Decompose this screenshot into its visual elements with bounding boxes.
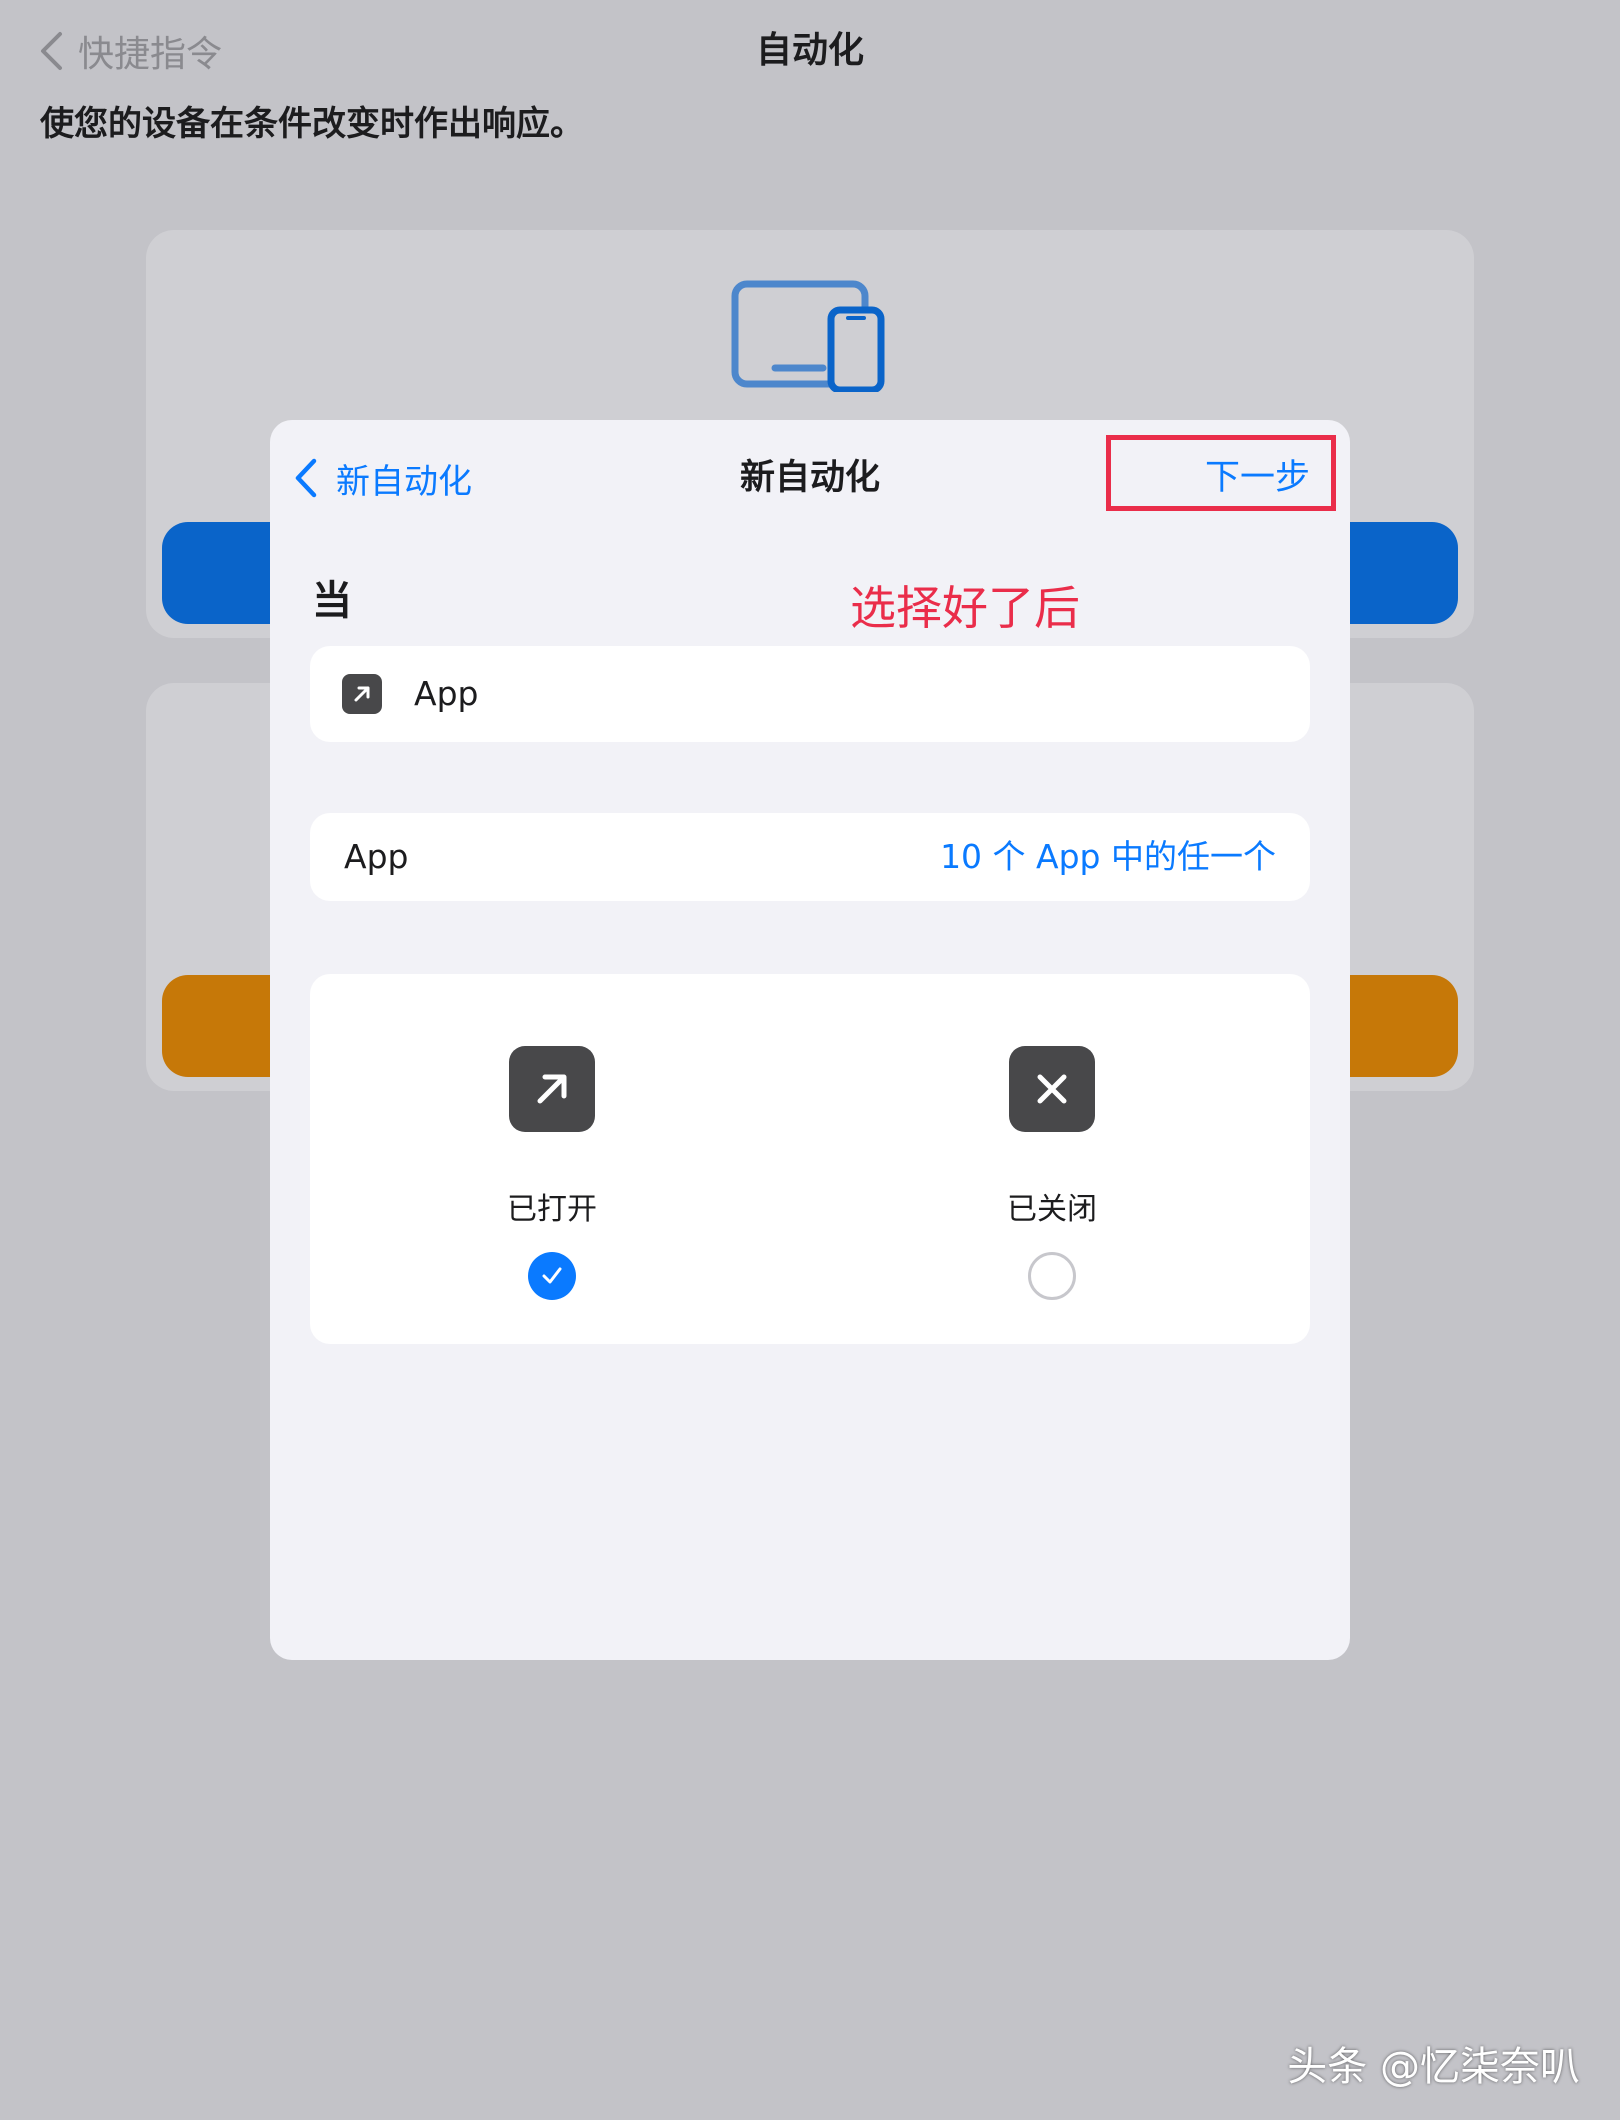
radio-checked[interactable] [528, 1252, 576, 1300]
apps-row-label: App [344, 837, 409, 876]
apps-selection-row[interactable]: App 10 个 App 中的任一个 [310, 813, 1310, 901]
choice-closed-label: 已关闭 [1007, 1192, 1097, 1227]
checkmark-icon [542, 1267, 562, 1284]
page-subtitle: 使您的设备在条件改变时作出响应。 [40, 104, 584, 144]
trigger-row-app[interactable]: App [310, 646, 1310, 742]
state-choice-card: 已打开 已关闭 [310, 974, 1310, 1344]
page-title: 自动化 [755, 30, 864, 71]
new-automation-sheet: 新自动化 新自动化 下一步 当 选择好了后 App App 10 个 App 中… [270, 420, 1350, 1660]
choice-opened-label: 已打开 [507, 1192, 597, 1227]
annotation-text: 选择好了后 [850, 581, 1080, 635]
section-label-when: 当 [312, 578, 352, 624]
annotation-highlight-box [1106, 435, 1336, 511]
apps-row-value[interactable]: 10 个 App 中的任一个 [940, 813, 1276, 901]
close-icon [1009, 1046, 1095, 1132]
trigger-row-label: App [414, 674, 479, 713]
radio-unchecked[interactable] [1028, 1252, 1076, 1300]
arrow-up-right-icon [342, 674, 382, 714]
arrow-up-right-icon [509, 1046, 595, 1132]
watermark: 头条 @忆柒奈叭 [1287, 2044, 1580, 2090]
choice-closed[interactable]: 已关闭 [932, 974, 1172, 1344]
devices-icon [731, 280, 885, 392]
choice-opened[interactable]: 已打开 [432, 974, 672, 1344]
